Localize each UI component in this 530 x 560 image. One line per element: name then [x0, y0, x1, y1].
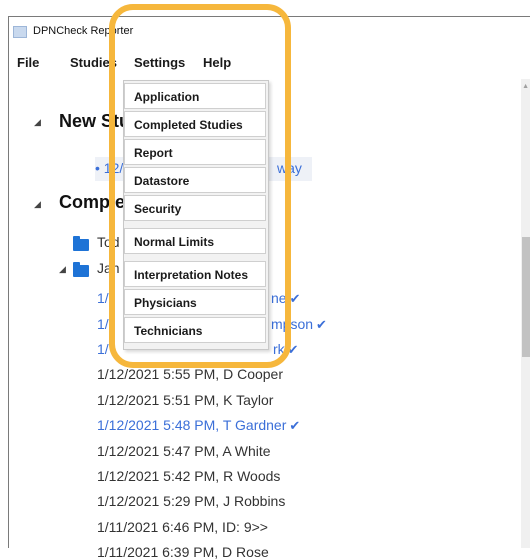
study-row[interactable]: 1/	[97, 341, 109, 357]
study-row[interactable]: 1/	[97, 316, 109, 332]
collapse-new-studies-icon[interactable]: ◢	[34, 117, 41, 128]
study-row[interactable]: 1/12/2021 5:55 PM, D Cooper	[97, 366, 283, 382]
collapse-completed-icon[interactable]: ◢	[34, 199, 41, 210]
check-icon: ✔	[289, 291, 301, 306]
study-row[interactable]: 1/12/2021 5:29 PM, J Robbins	[97, 493, 285, 509]
folder-icon	[73, 262, 89, 277]
study-row[interactable]: 1/12/2021 5:51 PM, K Taylor	[97, 392, 273, 408]
study-row[interactable]: 1/	[97, 290, 109, 306]
study-row[interactable]: 1/12/2021 5:47 PM, A White	[97, 443, 271, 459]
folder-icon	[73, 236, 89, 251]
study-row[interactable]: 1/12/2021 5:42 PM, R Woods	[97, 468, 280, 484]
study-row[interactable]: 1/12/2021 5:48 PM, T Gardner ✔	[97, 417, 300, 434]
check-icon: ✔	[316, 317, 327, 332]
scroll-up-icon[interactable]: ▲	[522, 83, 529, 90]
highlight-outline	[109, 4, 291, 368]
collapse-january-icon[interactable]: ◢	[59, 264, 66, 275]
vertical-scrollbar[interactable]: ▲	[521, 79, 530, 548]
check-icon: ✔	[289, 418, 301, 433]
scroll-thumb[interactable]	[522, 237, 530, 357]
menu-file[interactable]: File	[17, 55, 39, 70]
app-icon	[13, 26, 27, 38]
study-row[interactable]: 1/11/2021 6:39 PM, D Rose	[97, 544, 269, 560]
study-row[interactable]: 1/11/2021 6:46 PM, ID: 9>>	[97, 519, 268, 535]
